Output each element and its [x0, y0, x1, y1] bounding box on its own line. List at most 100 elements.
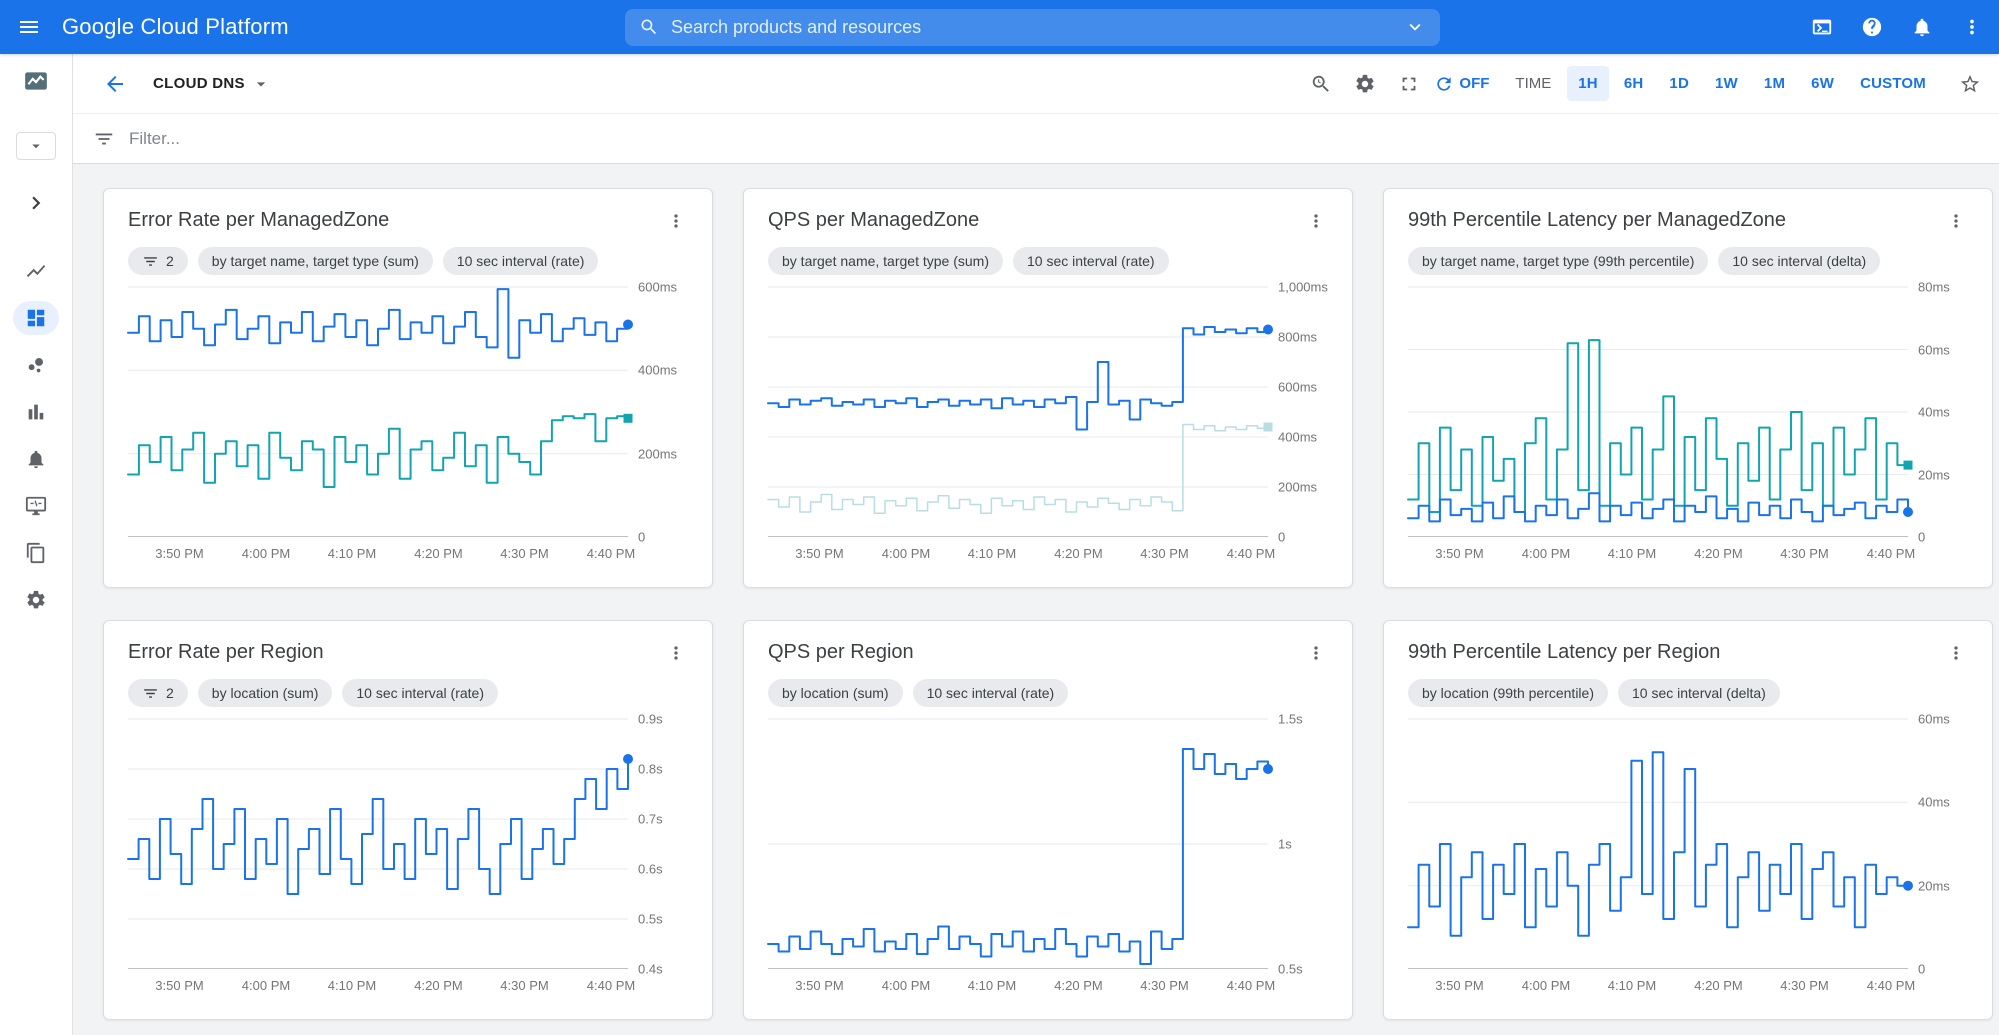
notifications-icon[interactable]: [1911, 16, 1933, 38]
filter-chip[interactable]: 2: [128, 679, 188, 707]
more-options-icon[interactable]: [1961, 16, 1983, 38]
x-tick-label: 4:30 PM: [1780, 978, 1828, 993]
time-range-1d[interactable]: 1D: [1658, 66, 1700, 101]
cloud-shell-icon[interactable]: [1811, 16, 1833, 38]
x-axis-labels: 3:50 PM4:00 PM4:10 PM4:20 PM4:30 PM4:40 …: [128, 975, 628, 997]
search-chevron-icon[interactable]: [1404, 16, 1426, 38]
card-more-options-icon[interactable]: [664, 209, 688, 233]
settings-gear-icon[interactable]: [1346, 65, 1384, 103]
x-tick-label: 4:20 PM: [1054, 978, 1102, 993]
x-tick-label: 4:00 PM: [1522, 546, 1570, 561]
y-tick-label: 0: [1918, 530, 1925, 545]
sidebar-item-metrics-explorer[interactable]: [13, 254, 59, 288]
chart-chips: by target name, target type (sum) 10 sec …: [768, 247, 1328, 275]
y-tick-label: 60ms: [1918, 342, 1950, 357]
x-tick-label: 4:30 PM: [500, 546, 548, 561]
sidebar-item-services[interactable]: [13, 348, 59, 382]
chip-label: by location (99th percentile): [1422, 685, 1594, 701]
x-tick-label: 3:50 PM: [795, 978, 843, 993]
time-range-1w[interactable]: 1W: [1704, 66, 1749, 101]
card-more-options-icon[interactable]: [1304, 641, 1328, 665]
chip-label: by location (sum): [782, 685, 889, 701]
y-tick-label: 40ms: [1918, 795, 1950, 810]
y-tick-label: 0.8s: [638, 762, 663, 777]
chart-title: 99th Percentile Latency per ManagedZone: [1408, 209, 1786, 232]
grouping-chip[interactable]: 10 sec interval (rate): [913, 679, 1069, 707]
help-icon[interactable]: [1861, 16, 1883, 38]
product-logo[interactable]: Google Cloud Platform: [62, 14, 289, 40]
chip-label: 10 sec interval (rate): [1027, 253, 1155, 269]
chip-label: 10 sec interval (rate): [457, 253, 585, 269]
chart-svg: [1408, 719, 1908, 969]
time-range-6w[interactable]: 6W: [1800, 66, 1845, 101]
filter-chip[interactable]: 2: [128, 247, 188, 275]
chart-plot[interactable]: [128, 719, 628, 969]
chip-label: 10 sec interval (delta): [1732, 253, 1866, 269]
search-input[interactable]: [671, 17, 1404, 38]
expand-sidebar-chevron-icon[interactable]: [23, 190, 49, 216]
grouping-chip[interactable]: 10 sec interval (delta): [1618, 679, 1780, 707]
chip-label: by target name, target type (sum): [782, 253, 989, 269]
time-range-custom[interactable]: CUSTOM: [1849, 66, 1937, 101]
chart-plot[interactable]: [768, 287, 1268, 537]
grouping-chip[interactable]: 10 sec interval (rate): [1013, 247, 1169, 275]
chart-plot[interactable]: [1408, 719, 1908, 969]
chart-plot[interactable]: [128, 287, 628, 537]
y-tick-label: 0: [1278, 530, 1285, 545]
sidebar-item-groups[interactable]: [13, 536, 59, 570]
y-tick-label: 40ms: [1918, 405, 1950, 420]
grouping-chip[interactable]: 10 sec interval (rate): [342, 679, 498, 707]
menu-icon[interactable]: [0, 15, 58, 39]
filter-chip-count: 2: [166, 253, 174, 269]
x-tick-label: 4:20 PM: [414, 546, 462, 561]
x-tick-label: 4:40 PM: [587, 546, 635, 561]
grouping-chip[interactable]: by location (sum): [768, 679, 903, 707]
chart-plot[interactable]: [768, 719, 1268, 969]
global-search[interactable]: [625, 9, 1440, 46]
chart-card: 99th Percentile Latency per ManagedZone …: [1383, 188, 1993, 588]
sidebar-item-uptime-checks[interactable]: [13, 489, 59, 523]
chart-plot[interactable]: [1408, 287, 1908, 537]
grouping-chip[interactable]: by target name, target type (99th percen…: [1408, 247, 1708, 275]
sidebar-item-dashboards[interactable]: [13, 301, 59, 335]
x-axis-labels: 3:50 PM4:00 PM4:10 PM4:20 PM4:30 PM4:40 …: [1408, 975, 1908, 997]
chart-title: Error Rate per ManagedZone: [128, 209, 389, 232]
x-tick-label: 4:20 PM: [1694, 546, 1742, 561]
dashboard-selector[interactable]: CLOUD DNS: [153, 74, 271, 94]
filter-input[interactable]: [129, 129, 1999, 149]
time-range-1h[interactable]: 1H: [1567, 66, 1609, 101]
x-tick-label: 4:00 PM: [882, 978, 930, 993]
auto-refresh-toggle[interactable]: OFF: [1434, 74, 1489, 94]
time-range-1m[interactable]: 1M: [1753, 66, 1796, 101]
chip-label: by target name, target type (sum): [212, 253, 419, 269]
grouping-chip[interactable]: 10 sec interval (rate): [443, 247, 599, 275]
back-button[interactable]: [103, 72, 127, 96]
dashboard-title: CLOUD DNS: [153, 75, 245, 92]
time-range-group: 1H6H1D1W1M6WCUSTOM: [1567, 66, 1937, 101]
workspace-picker-dropdown[interactable]: [16, 132, 56, 160]
fullscreen-icon[interactable]: [1390, 65, 1428, 103]
caret-down-icon: [251, 74, 271, 94]
chart-card: QPS per Region by location (sum) 10 sec i…: [743, 620, 1353, 1020]
sidebar-item-settings[interactable]: [13, 583, 59, 617]
favorite-star-icon[interactable]: [1959, 73, 1981, 95]
toolbar-actions: OFF TIME 1H6H1D1W1M6WCUSTOM: [1302, 65, 1999, 103]
sidebar-item-alerting[interactable]: [13, 442, 59, 476]
card-more-options-icon[interactable]: [664, 641, 688, 665]
grouping-chip[interactable]: by location (99th percentile): [1408, 679, 1608, 707]
y-tick-label: 20ms: [1918, 878, 1950, 893]
topbar-actions: [1811, 16, 1983, 38]
chip-label: by target name, target type (99th percen…: [1422, 253, 1694, 269]
grouping-chip[interactable]: 10 sec interval (delta): [1718, 247, 1880, 275]
card-more-options-icon[interactable]: [1944, 641, 1968, 665]
grouping-chip[interactable]: by target name, target type (sum): [768, 247, 1003, 275]
chart-title: QPS per Region: [768, 641, 914, 664]
card-more-options-icon[interactable]: [1944, 209, 1968, 233]
time-range-6h[interactable]: 6H: [1613, 66, 1655, 101]
grouping-chip[interactable]: by target name, target type (sum): [198, 247, 433, 275]
card-more-options-icon[interactable]: [1304, 209, 1328, 233]
sidebar-item-reports[interactable]: [13, 395, 59, 429]
search-history-icon[interactable]: [1302, 65, 1340, 103]
grouping-chip[interactable]: by location (sum): [198, 679, 333, 707]
y-axis-labels: 60ms40ms20ms0: [1908, 719, 1968, 969]
